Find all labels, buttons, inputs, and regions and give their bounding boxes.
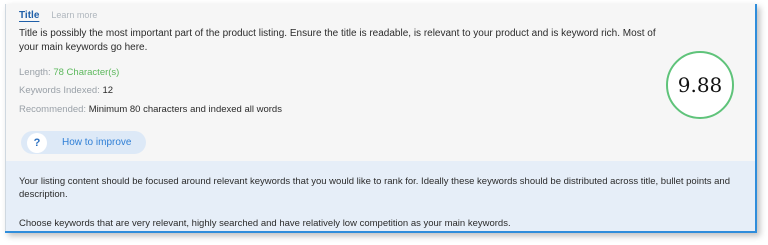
tip-text: Your listing content should be focused a…: [19, 176, 730, 200]
score-value: 9.88: [677, 73, 723, 97]
tip-text: Choose keywords that are very relevant, …: [19, 218, 511, 229]
length-label: Length:: [19, 67, 51, 78]
recommended-stat: Recommended: Minimum 80 characters and i…: [19, 104, 282, 115]
learn-more-link[interactable]: Learn more: [51, 10, 97, 20]
recommended-value: Minimum 80 characters and indexed all wo…: [88, 104, 282, 115]
keywords-indexed-value: 12: [102, 85, 114, 96]
length-stat: Length: 78 Character(s): [19, 67, 119, 78]
tips-panel: Your listing content should be focused a…: [6, 161, 755, 231]
card-header: Title Learn more: [19, 10, 97, 21]
question-icon: ?: [27, 132, 47, 153]
keywords-indexed-label: Keywords Indexed:: [19, 85, 100, 96]
recommended-label: Recommended:: [19, 104, 87, 115]
section-description: Title is possibly the most important par…: [19, 28, 656, 53]
title-analysis-card: Title Learn more Title is possibly the m…: [5, 4, 757, 233]
how-to-improve-label: How to improve: [62, 137, 132, 148]
score-circle: 9.88: [666, 51, 734, 119]
keywords-indexed-stat: Keywords Indexed: 12: [19, 85, 113, 96]
how-to-improve-button[interactable]: ? How to improve: [21, 131, 146, 154]
section-title: Title: [19, 10, 40, 21]
length-value: 78 Character(s): [53, 67, 120, 78]
